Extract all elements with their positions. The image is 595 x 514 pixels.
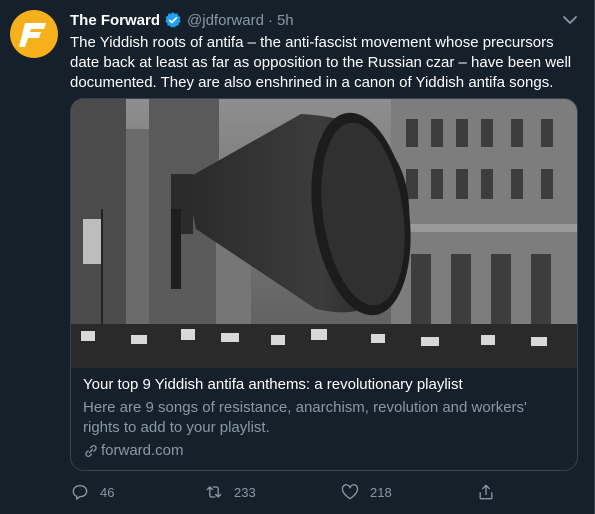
- reply-button[interactable]: 46: [70, 482, 114, 502]
- share-icon: [479, 484, 493, 500]
- like-button[interactable]: 218: [340, 482, 392, 502]
- card-description: Here are 9 songs of resistance, anarchis…: [83, 399, 527, 436]
- reply-count: 46: [100, 484, 115, 500]
- author-name[interactable]: The Forward: [70, 12, 160, 29]
- separator-dot: ·: [267, 11, 273, 29]
- forward-logo-icon: [19, 23, 46, 47]
- verified-badge-icon: [165, 12, 181, 28]
- card-body: Your top 9 Yiddish antifa anthems: a rev…: [83, 375, 567, 461]
- card-title: Your top 9 Yiddish antifa anthems: a rev…: [83, 376, 463, 393]
- link-icon: [85, 445, 97, 457]
- tweet[interactable]: The Forward @jdforward · 5h The Yiddish …: [0, 0, 595, 514]
- reply-icon: [72, 485, 88, 500]
- link-card[interactable]: Your top 9 Yiddish antifa anthems: a rev…: [70, 98, 578, 471]
- share-button[interactable]: [476, 482, 506, 502]
- tweet-text: The Yiddish roots of antifa – the anti-f…: [70, 34, 572, 91]
- card-domain-text: forward.com: [101, 442, 184, 459]
- card-domain: forward.com: [83, 441, 567, 461]
- like-count: 218: [370, 484, 392, 500]
- avatar[interactable]: [10, 10, 58, 58]
- heart-icon: [341, 484, 359, 500]
- retweet-button[interactable]: 233: [204, 482, 256, 502]
- tweet-header: The Forward @jdforward · 5h: [70, 10, 294, 30]
- chevron-down-icon[interactable]: [560, 10, 580, 30]
- tweet-actions: 46 233 218: [70, 482, 510, 504]
- card-image: [71, 99, 577, 368]
- retweet-count: 233: [234, 484, 256, 500]
- author-handle[interactable]: @jdforward: [187, 12, 264, 29]
- timestamp[interactable]: 5h: [277, 12, 294, 29]
- retweet-icon: [206, 486, 222, 498]
